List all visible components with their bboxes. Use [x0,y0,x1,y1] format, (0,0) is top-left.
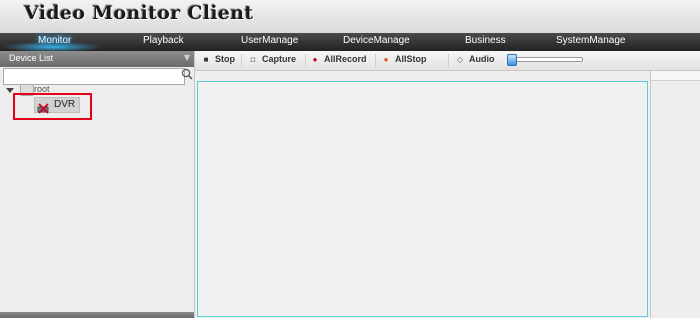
tree-node-dvr[interactable]: DVR [34,97,80,114]
menu-business[interactable]: Business [465,35,506,46]
right-side-panel [650,71,700,318]
main-menu: Monitor Playback UserManage DeviceManage… [0,33,700,52]
tree-expander-icon[interactable] [6,87,14,94]
audio-button[interactable]: ◇ Audio [455,54,495,68]
search-icon[interactable] [181,68,193,83]
capture-button[interactable]: ◘ Capture [248,54,296,68]
stop-button[interactable]: ■ Stop [201,54,235,68]
menu-playback[interactable]: Playback [143,35,184,46]
stop-record-icon: ● [383,55,389,64]
right-panel-header [651,71,700,81]
camera-icon: ◘ [250,55,256,64]
video-window[interactable] [197,81,648,317]
menu-devicemanage[interactable]: DeviceManage [343,35,410,46]
allstop-button[interactable]: ● AllStop [381,54,427,68]
volume-slider[interactable] [507,54,583,66]
device-list-panel: Device List ▼ root [0,51,195,318]
toolbar-divider [375,54,376,67]
app-title: Video Monitor Client [24,2,254,24]
collapse-arrow-icon[interactable]: ▼ [184,53,190,62]
toolbar-divider [241,54,242,67]
menu-systemmanage[interactable]: SystemManage [556,35,625,46]
record-icon: ● [312,55,318,64]
audio-icon: ◇ [456,55,464,64]
device-list-header: Device List ▼ [0,51,194,67]
volume-track [511,57,583,62]
monitor-toolbar: ■ Stop ◘ Capture ● AllRecord ● AllStop ◇ Audi… [195,51,700,71]
toolbar-divider [305,54,306,67]
title-bar: Video Monitor Client [0,0,700,33]
stop-icon: ■ [203,55,209,64]
left-panel-footer [0,312,194,318]
volume-knob[interactable] [507,54,517,66]
device-search-input[interactable] [3,68,185,85]
allrecord-button[interactable]: ● AllRecord [310,54,367,68]
menu-monitor[interactable]: Monitor [38,35,71,46]
dvr-label: DVR [54,99,76,110]
device-list-title: Device List [9,53,54,63]
dvr-offline-icon [37,99,50,114]
menu-usermanage[interactable]: UserManage [241,35,298,46]
toolbar-divider [448,54,449,67]
